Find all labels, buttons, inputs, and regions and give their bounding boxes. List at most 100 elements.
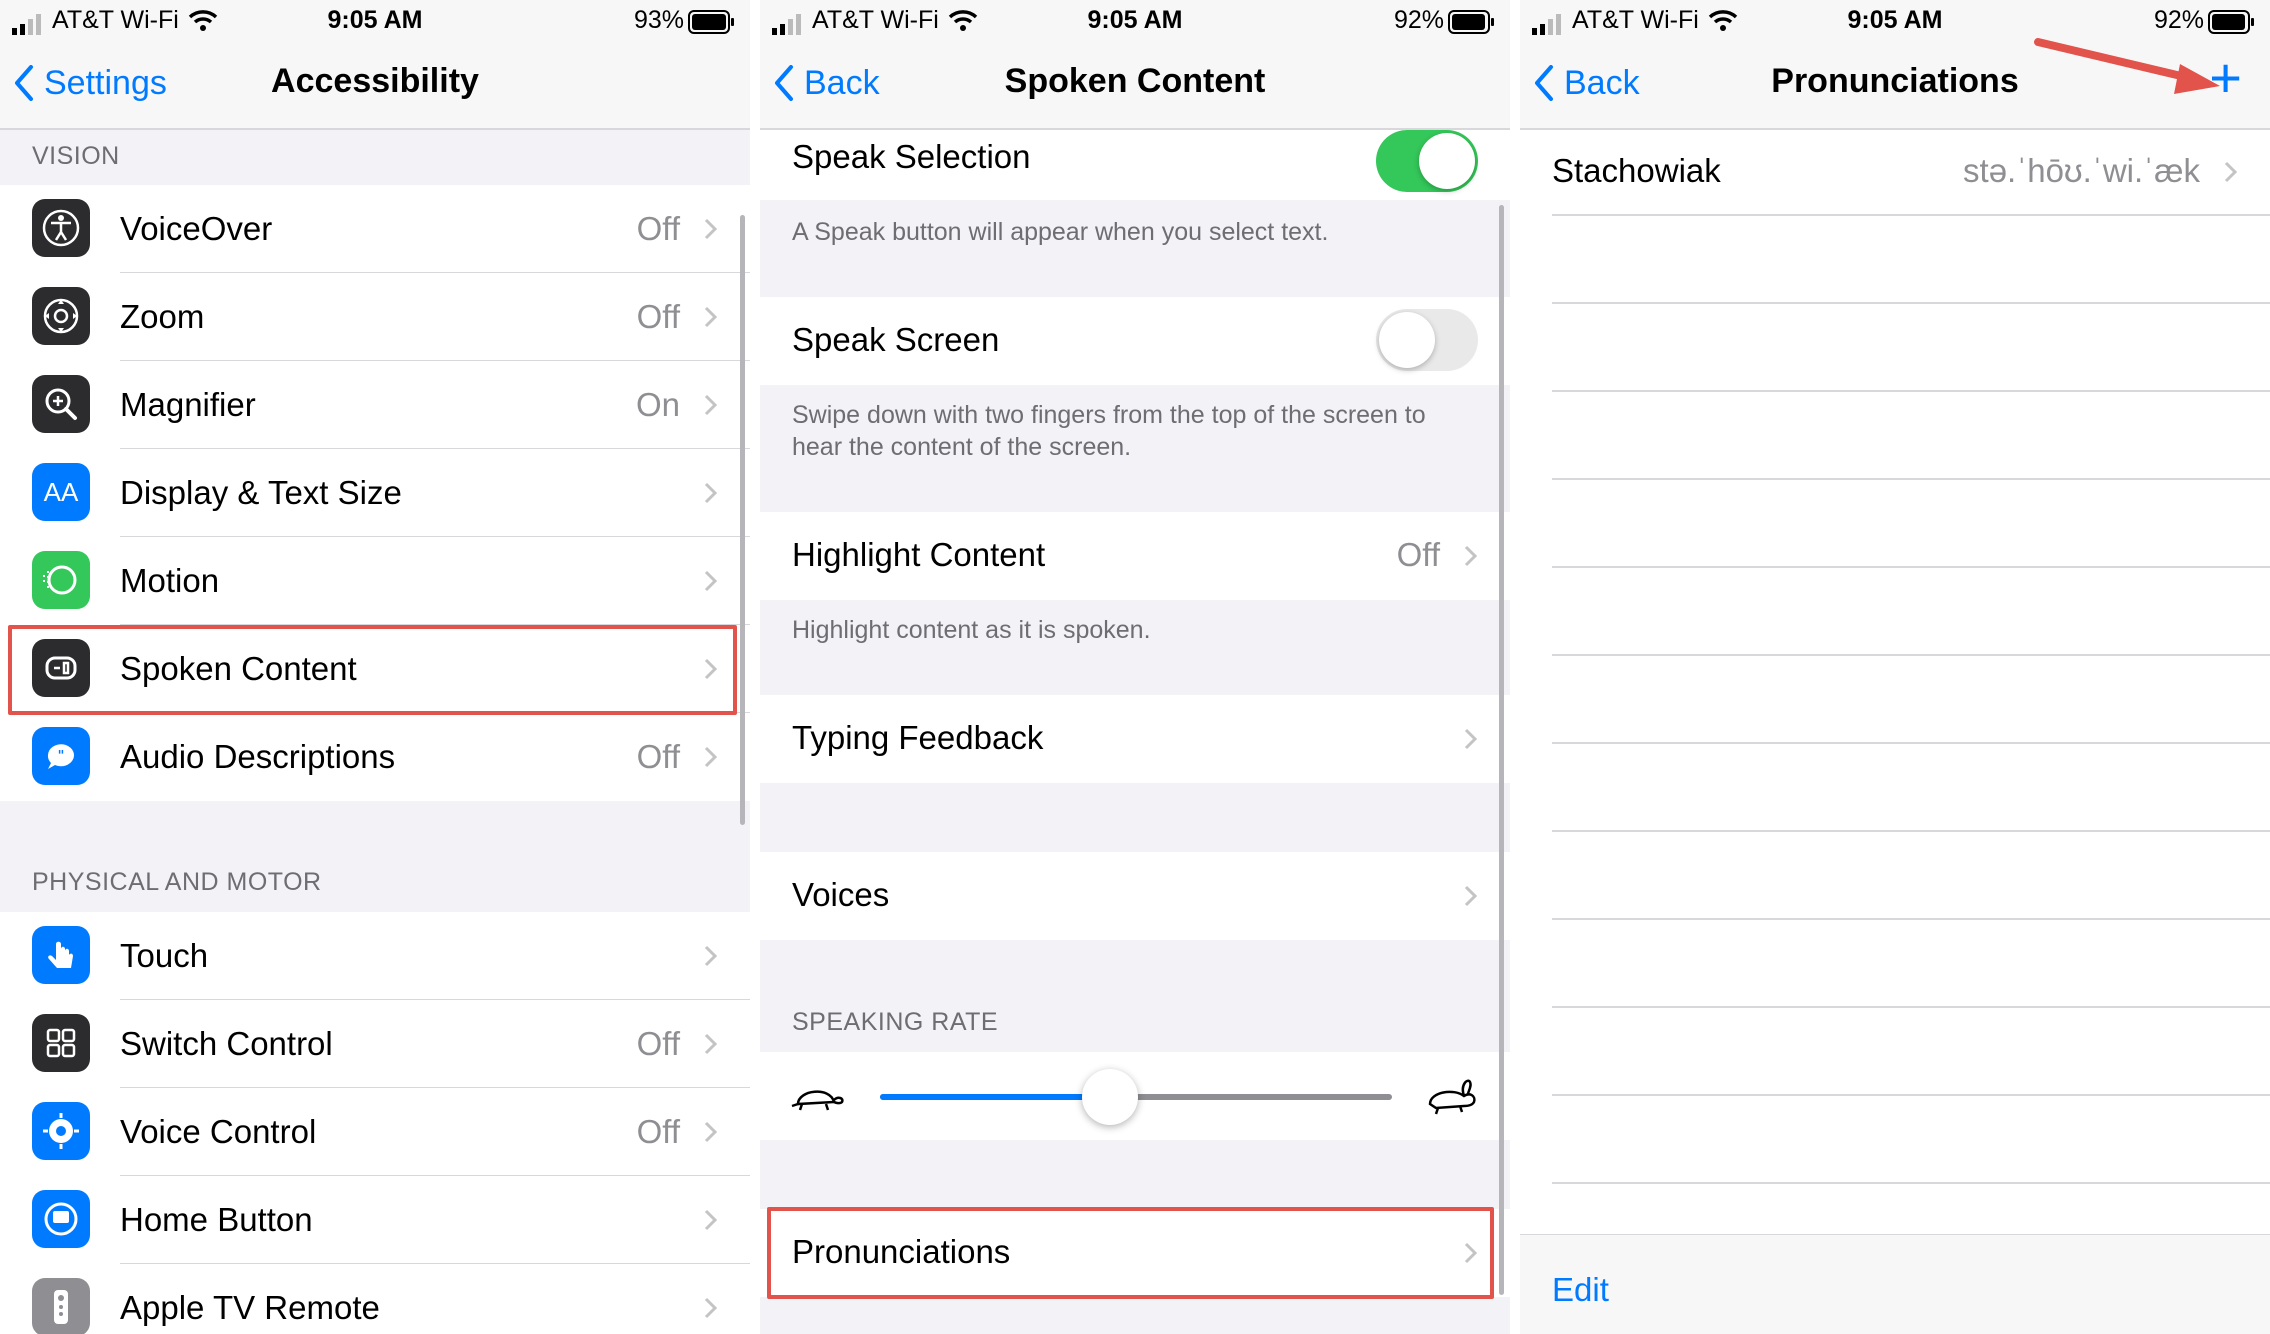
- row-separator: [1552, 214, 2270, 216]
- row-label: Voice Control: [120, 1113, 317, 1150]
- row-value: Off: [636, 298, 680, 335]
- row-voices[interactable]: Voices: [760, 852, 1510, 940]
- magnifier-icon: [32, 375, 90, 433]
- entry-phonetic: stə.ˈhōʊ.ˈwi.ˈæk: [1963, 152, 2200, 189]
- chevron-right-icon: [2224, 161, 2238, 183]
- row-label: Voices: [792, 876, 890, 913]
- row-voiceover[interactable]: VoiceOver Off: [0, 185, 750, 273]
- svg-text:": ": [58, 749, 65, 764]
- voiceover-icon: [32, 199, 90, 257]
- row-display-text-size[interactable]: AA Display & Text Size: [0, 449, 750, 537]
- scroll-indicator: [1499, 205, 1504, 1295]
- row-separator: [1552, 566, 2270, 568]
- turtle-icon: [791, 1090, 844, 1111]
- switch-control-icon: [32, 1014, 90, 1072]
- row-label: Apple TV Remote: [120, 1289, 380, 1326]
- row-label: Motion: [120, 562, 220, 599]
- status-bar: AT&T Wi-Fi 9:05 AM 93%: [0, 0, 750, 44]
- speaking-rate-slider[interactable]: [880, 1069, 1392, 1125]
- page-title: Spoken Content: [1004, 62, 1266, 100]
- battery-icon: [688, 10, 734, 34]
- row-home-button[interactable]: Home Button: [0, 1176, 750, 1264]
- speak-selection-toggle[interactable]: [1376, 130, 1478, 192]
- slider-thumb[interactable]: [1082, 1069, 1138, 1125]
- row-audio-descriptions[interactable]: " Audio Descriptions Off: [0, 713, 750, 801]
- row-separator: [1552, 742, 2270, 744]
- row-value: On: [635, 386, 680, 423]
- row-label: Touch: [120, 937, 209, 974]
- spoken-content-icon: [32, 639, 90, 697]
- row-label: Spoken Content: [120, 650, 357, 687]
- chevron-right-icon: [704, 218, 718, 240]
- battery-icon: [1448, 10, 1494, 34]
- row-separator: [1552, 1006, 2270, 1008]
- battery-percentage: 92%: [1393, 6, 1444, 34]
- motion-icon: [32, 551, 90, 609]
- row-label: Pronunciations: [792, 1233, 1011, 1270]
- chevron-right-icon: [1464, 728, 1478, 750]
- chevron-right-icon: [704, 570, 718, 592]
- row-magnifier[interactable]: Magnifier On: [0, 361, 750, 449]
- pronunciation-entry[interactable]: Stachowiak stə.ˈhōʊ.ˈwi.ˈæk: [1520, 130, 2270, 214]
- row-zoom[interactable]: Zoom Off: [0, 273, 750, 361]
- speaking-rate-row: [760, 1052, 1510, 1140]
- row-typing-feedback[interactable]: Typing Feedback: [760, 695, 1510, 783]
- chevron-right-icon: [1464, 885, 1478, 907]
- section-header-vision: VISION: [32, 142, 120, 170]
- row-label: Switch Control: [120, 1025, 333, 1062]
- text-size-icon: AA: [32, 463, 90, 521]
- chevron-right-icon: [704, 746, 718, 768]
- bottom-toolbar: Edit: [1520, 1234, 2270, 1334]
- chevron-right-icon: [1464, 1242, 1478, 1264]
- chevron-right-icon: [704, 945, 718, 967]
- hare-icon: [1428, 1079, 1476, 1115]
- chevron-right-icon: [704, 1209, 718, 1231]
- section-header-speaking-rate: SPEAKING RATE: [792, 1008, 999, 1036]
- speak-selection-footnote: A Speak button will appear when you sele…: [792, 218, 1329, 246]
- row-label: Zoom: [120, 298, 205, 335]
- vision-group: VoiceOver Off Zoom Off Magnifier On AA D…: [0, 185, 750, 801]
- row-label: Magnifier: [120, 386, 256, 423]
- voice-control-icon: [32, 1102, 90, 1160]
- chevron-right-icon: [704, 306, 718, 328]
- row-separator: [1552, 390, 2270, 392]
- row-touch[interactable]: Touch: [0, 912, 750, 1000]
- row-label: Typing Feedback: [792, 719, 1044, 756]
- row-value: Off: [636, 738, 680, 775]
- status-bar: AT&T Wi-Fi 9:05 AM 92%: [760, 0, 1510, 44]
- row-value: Off: [636, 1113, 680, 1150]
- row-separator: [1552, 830, 2270, 832]
- speak-screen-toggle[interactable]: [1376, 309, 1478, 371]
- row-switch-control[interactable]: Switch Control Off: [0, 1000, 750, 1088]
- row-separator: [1552, 918, 2270, 920]
- chevron-right-icon: [704, 482, 718, 504]
- row-voice-control[interactable]: Voice Control Off: [0, 1088, 750, 1176]
- row-spoken-content[interactable]: Spoken Content: [0, 625, 750, 713]
- entry-word: Stachowiak: [1552, 152, 1721, 189]
- tv-remote-icon: [32, 1278, 90, 1334]
- row-label: VoiceOver: [120, 210, 273, 247]
- row-separator: [1552, 302, 2270, 304]
- row-highlight-content[interactable]: Highlight Content Off: [760, 512, 1510, 600]
- row-value: Off: [1396, 536, 1440, 573]
- chevron-right-icon: [1464, 545, 1478, 567]
- spoken-content-screen: AT&T Wi-Fi 9:05 AM 92% Back Spoken Conte…: [760, 0, 1510, 1334]
- edit-button[interactable]: Edit: [1552, 1271, 1609, 1309]
- panel-divider: [750, 0, 760, 1334]
- page-title: Accessibility: [271, 62, 479, 100]
- navigation-bar: Back Spoken Content: [760, 44, 1510, 130]
- row-label: Highlight Content: [792, 536, 1046, 573]
- row-separator: [1552, 478, 2270, 480]
- row-speak-screen[interactable]: Speak Screen: [760, 297, 1510, 385]
- chevron-right-icon: [704, 1121, 718, 1143]
- scroll-indicator: [740, 215, 745, 825]
- row-apple-tv-remote[interactable]: Apple TV Remote: [0, 1264, 750, 1334]
- screenshot-collage: AT&T Wi-Fi 9:05 AM 93% Settings Accessib…: [0, 0, 2270, 1334]
- row-value: Off: [636, 1025, 680, 1062]
- row-label: Display & Text Size: [120, 474, 402, 511]
- row-pronunciations[interactable]: Pronunciations: [760, 1209, 1510, 1297]
- row-label: Speak Selection: [792, 138, 1031, 175]
- row-label: Audio Descriptions: [120, 738, 396, 775]
- row-speak-selection[interactable]: Speak Selection: [760, 130, 1510, 200]
- row-motion[interactable]: Motion: [0, 537, 750, 625]
